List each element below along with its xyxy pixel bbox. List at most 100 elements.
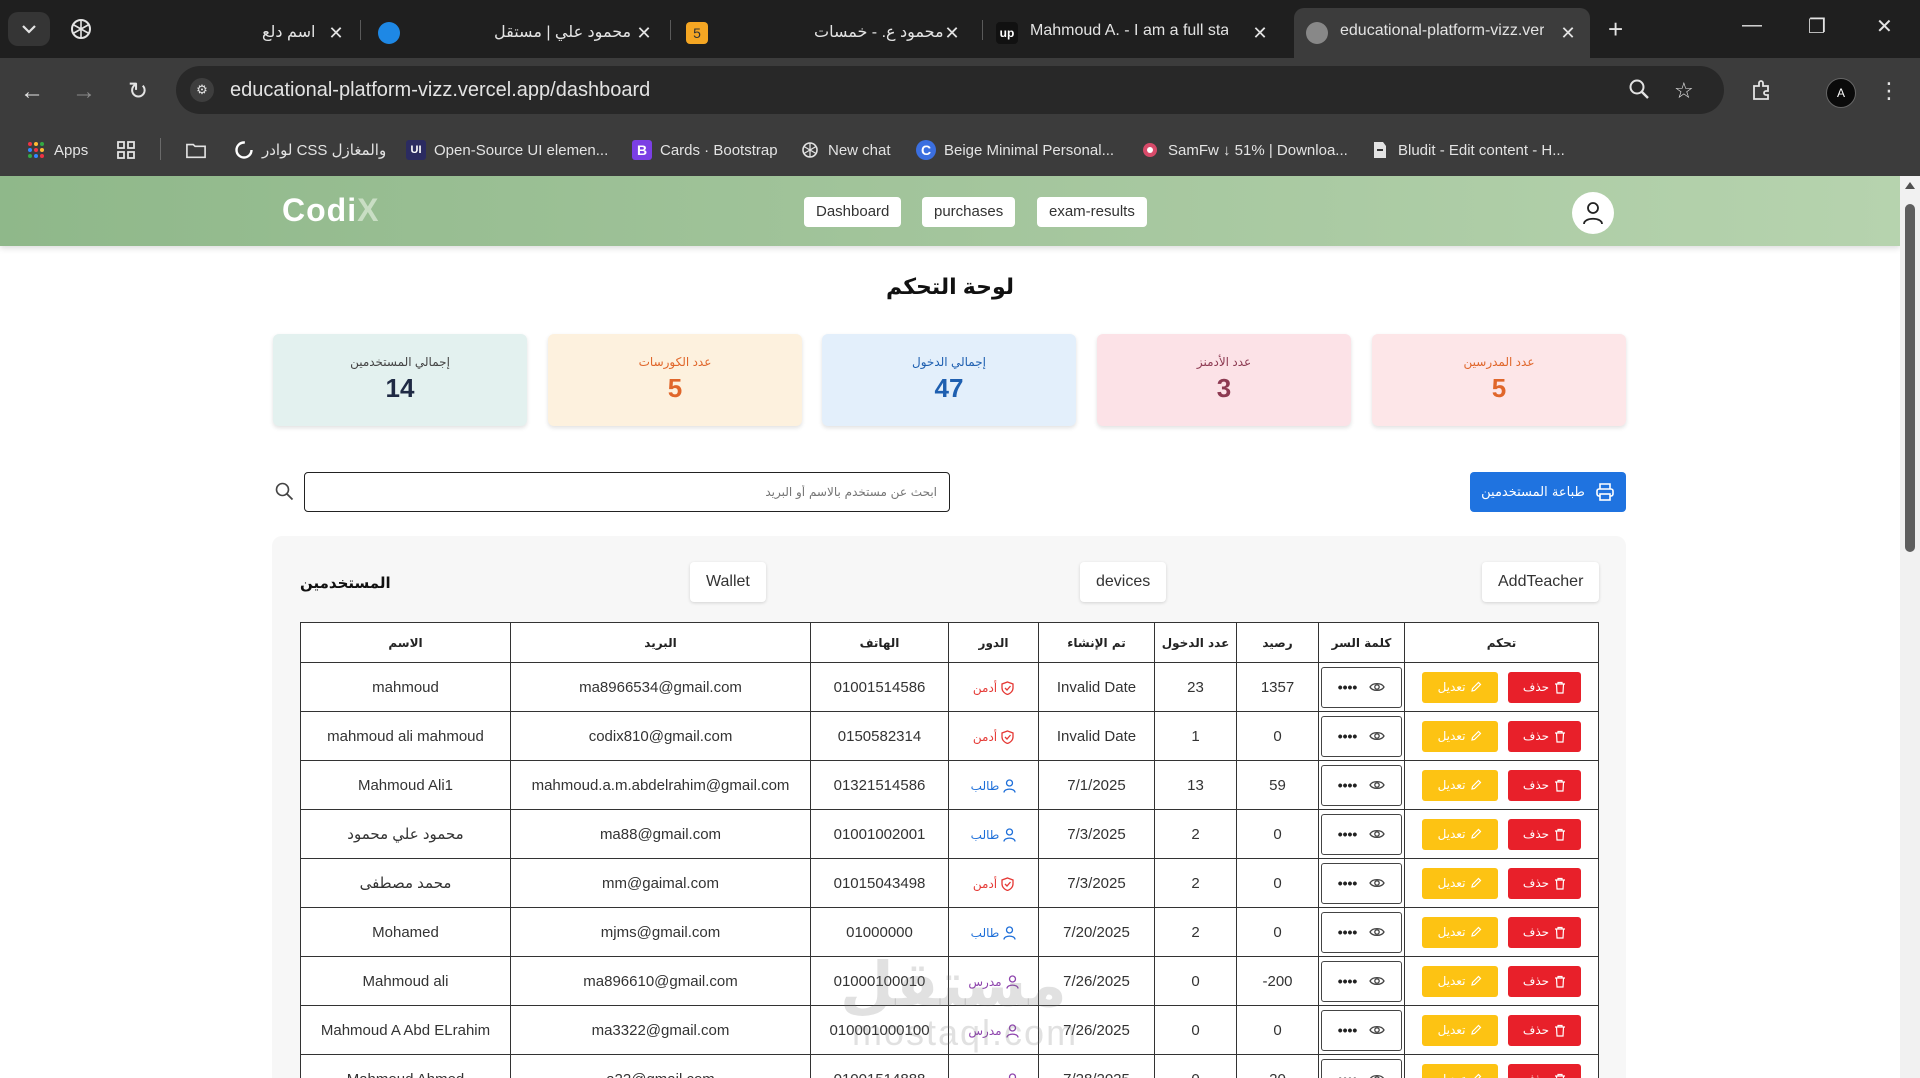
delete-user-button[interactable]: حذف <box>1508 769 1581 801</box>
print-users-button[interactable]: طباعة المستخدمين <box>1470 472 1626 512</box>
close-icon[interactable]: ✕ <box>942 23 962 43</box>
new-tab-button[interactable]: + <box>1608 16 1623 42</box>
bookmark-canva[interactable]: C Beige Minimal Personal... <box>916 138 1114 162</box>
eye-icon[interactable] <box>1369 975 1386 987</box>
tab-title: educational-platform-vizz.verce <box>1340 22 1544 39</box>
delete-user-button[interactable]: حذف <box>1508 1063 1581 1078</box>
url-text[interactable]: educational-platform-vizz.vercel.app/das… <box>230 79 650 102</box>
tab-2[interactable]: محمود علي | مستقل ✕ <box>374 8 654 58</box>
bludit-icon <box>1370 140 1390 160</box>
nav-exam-results[interactable]: exam-results <box>1037 197 1147 227</box>
bookmark-bludit[interactable]: Bludit - Edit content - H... <box>1370 138 1565 162</box>
delete-user-button[interactable]: حذف <box>1508 671 1581 703</box>
eye-icon[interactable] <box>1369 681 1386 693</box>
edit-user-button[interactable]: تعديل <box>1422 769 1498 801</box>
address-bar[interactable]: ⚙ educational-platform-vizz.vercel.app/d… <box>176 66 1724 114</box>
tab-1[interactable]: اسم دلع ✕ <box>250 8 350 58</box>
delete-user-button[interactable]: حذف <box>1508 818 1581 850</box>
site-settings-icon[interactable]: ⚙ <box>190 78 214 102</box>
devices-button[interactable]: devices <box>1080 562 1167 602</box>
add-teacher-button[interactable]: AddTeacher <box>1482 562 1600 602</box>
column-header-balance[interactable]: رصيد <box>1236 622 1319 663</box>
bookmark-folder[interactable] <box>186 138 206 162</box>
column-header-logins[interactable]: عدد الدخول <box>1154 622 1237 663</box>
page-scrollbar[interactable] <box>1900 176 1920 1078</box>
tab-4[interactable]: up Mahmoud A. - I am a full stack ✕ <box>996 8 1278 58</box>
cell-name: mahmoud ali mahmoud <box>300 711 511 761</box>
bookmark-apps[interactable]: Apps <box>26 138 88 162</box>
bookmark-tab-groups[interactable] <box>116 138 136 162</box>
back-icon[interactable]: ← <box>18 78 46 106</box>
cell-created: 7/3/2025 <box>1038 858 1155 908</box>
column-header-actions[interactable]: تحكم <box>1404 622 1599 663</box>
more-menu-icon[interactable]: ⋮ <box>1878 78 1900 104</box>
upwork-favicon-icon: up <box>996 22 1018 44</box>
eye-icon[interactable] <box>1369 926 1386 938</box>
eye-icon[interactable] <box>1369 1024 1386 1036</box>
eye-icon[interactable] <box>1369 779 1386 791</box>
edit-user-button[interactable]: تعديل <box>1422 867 1498 899</box>
profile-avatar[interactable]: A <box>1826 78 1856 108</box>
close-icon[interactable]: ✕ <box>1250 23 1270 43</box>
user-menu-button[interactable] <box>1572 192 1614 234</box>
cell-phone: 01001514888 <box>810 1054 949 1078</box>
bookmark-new-chat[interactable]: New chat <box>800 138 891 162</box>
bookmark-samfw[interactable]: SamFw ↓ 51% | Downloa... <box>1140 138 1348 162</box>
zoom-icon[interactable] <box>1628 78 1650 106</box>
close-icon[interactable]: ✕ <box>1558 23 1578 43</box>
edit-user-button[interactable]: تعديل <box>1422 965 1498 997</box>
scroll-up-arrow-icon[interactable] <box>1905 182 1915 189</box>
delete-user-button[interactable]: حذف <box>1508 867 1581 899</box>
tab-separator <box>982 20 983 40</box>
column-header-password[interactable]: كلمة السر <box>1318 622 1405 663</box>
eye-icon[interactable] <box>1369 877 1386 889</box>
scroll-thumb[interactable] <box>1905 204 1915 552</box>
close-icon[interactable]: ✕ <box>326 23 346 43</box>
eye-icon[interactable] <box>1369 1073 1385 1078</box>
edit-user-button[interactable]: تعديل <box>1422 1063 1498 1078</box>
table-row: mahmoud ma8966534@gmail.com 01001514586 أدم… <box>300 662 1599 712</box>
wallet-button[interactable]: Wallet <box>690 562 766 602</box>
column-header-name[interactable]: الاسم <box>300 622 511 663</box>
eye-icon[interactable] <box>1369 828 1386 840</box>
eye-icon[interactable] <box>1369 730 1386 742</box>
chatgpt-pinned-tab[interactable] <box>68 16 94 42</box>
close-icon[interactable]: ✕ <box>634 23 654 43</box>
user-icon <box>1003 778 1016 793</box>
extensions-icon[interactable] <box>1750 78 1774 108</box>
mostaql-favicon-icon <box>378 22 400 44</box>
delete-user-button[interactable]: حذف <box>1508 720 1581 752</box>
edit-user-button[interactable]: تعديل <box>1422 671 1498 703</box>
column-header-role[interactable]: الدور <box>948 622 1039 663</box>
column-header-phone[interactable]: الهاتف <box>810 622 949 663</box>
restore-icon[interactable]: ❐ <box>1808 14 1826 39</box>
edit-user-button[interactable]: تعديل <box>1422 720 1498 752</box>
bookmark-uiverse[interactable]: UI Open-Source UI elemen... <box>406 138 608 162</box>
pencil-icon <box>1471 779 1482 790</box>
stat-card-admins: عدد الأدمنز 3 <box>1097 334 1351 426</box>
delete-user-button[interactable]: حذف <box>1508 965 1581 997</box>
forward-icon[interactable]: → <box>70 78 98 106</box>
edit-user-button[interactable]: تعديل <box>1422 1014 1498 1046</box>
column-header-email[interactable]: البريد <box>510 622 811 663</box>
close-window-icon[interactable]: ✕ <box>1876 14 1893 39</box>
tab-3[interactable]: 5 محمود ع. - خمسات ✕ <box>686 8 976 58</box>
bookmark-bootstrap-cards[interactable]: B Cards · Bootstrap <box>632 138 778 162</box>
reload-icon[interactable]: ↻ <box>124 78 152 106</box>
cell-created: 7/26/2025 <box>1038 956 1155 1006</box>
app-logo[interactable]: CodiX <box>282 192 379 229</box>
edit-user-button[interactable]: تعديل <box>1422 818 1498 850</box>
delete-user-button[interactable]: حذف <box>1508 1014 1581 1046</box>
nav-dashboard[interactable]: Dashboard <box>804 197 902 227</box>
minimize-icon[interactable]: — <box>1742 14 1762 37</box>
apps-grid-icon <box>26 140 46 160</box>
bookmark-css-loaders[interactable]: لوادر CSS والمغازل <box>234 138 386 162</box>
bookmark-star-icon[interactable]: ☆ <box>1674 78 1694 104</box>
nav-purchases[interactable]: purchases <box>922 197 1016 227</box>
tab-search-button[interactable] <box>8 12 50 46</box>
delete-user-button[interactable]: حذف <box>1508 916 1581 948</box>
column-header-created[interactable]: تم الإنشاء <box>1038 622 1155 663</box>
tab-5-active[interactable]: educational-platform-vizz.verce ✕ <box>1294 8 1590 58</box>
user-search-input[interactable] <box>304 472 950 512</box>
edit-user-button[interactable]: تعديل <box>1422 916 1498 948</box>
